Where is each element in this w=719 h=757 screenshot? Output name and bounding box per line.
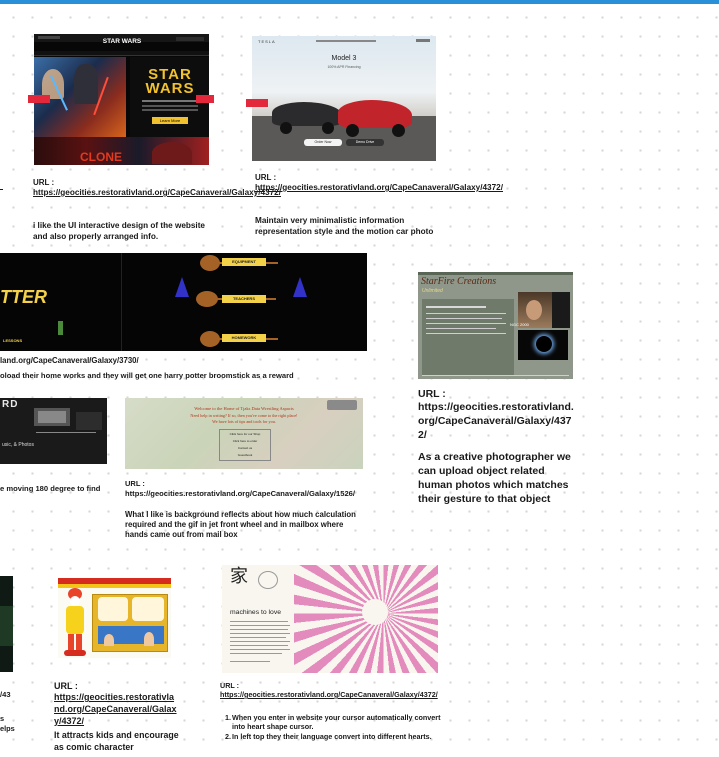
starwars-learn-more-button[interactable]: Learn More [152,117,188,124]
tesla-model-title: Model 3 [331,55,357,62]
starwars-url-label: URL : [33,178,55,187]
machines-kanji: 家 [230,566,248,587]
left-edge-underline [0,189,3,190]
harrypotter-title: TTER [0,287,47,307]
starwars-comment: i like the UI interactive design of the … [33,221,205,241]
harrypotter-comment: oload their home works and they will get… [0,371,294,380]
tesla-order-button[interactable]: Order Now [304,139,342,146]
machines-point-1: When you enter in website your cursor au… [232,713,441,732]
starwars-next-arrow[interactable] [196,95,214,103]
machines-url-link[interactable]: https://geocities.restorativland.org/Cap… [220,690,450,699]
tesla-comment: Maintain very minimalistic information r… [255,216,434,236]
leftedge-url[interactable]: /43 [0,690,11,700]
darkrd-footer: usic, & Photos [2,442,34,448]
starfire-subtitle: Unlimited [422,288,443,294]
starwars-url-link[interactable]: https://geocities.restorativland.org/Cap… [33,188,281,198]
mcdonald-screenshot[interactable] [58,578,171,658]
heart-icon [258,571,278,589]
wizard-hat-icon [293,277,307,297]
darkrd-comment: e moving 180 degree to find [0,484,101,493]
wizard-hat-icon [175,277,189,297]
tesla-brand: TESLA [258,39,276,44]
harrypotter-teachers-button[interactable]: TEACHERS [222,295,266,303]
mailbox-comment: What I like is background reflects about… [125,510,356,539]
harrypotter-lessons: LESSONS [3,338,23,343]
mailbox-heading: Welcome to the Home of Tjaks Data Wrestl… [194,406,294,411]
mailbox-line1: Need help in writing? If so, then you've… [190,413,298,418]
ronald-clown [62,588,88,658]
leftedge-line2: elps [0,724,15,733]
mailbox-line2: We have lots of tips and tools for you. [212,419,276,424]
machines-title: machines to love [230,609,282,616]
eclipse-icon [536,336,552,352]
tesla-subtitle: 100% APR Financing [327,65,361,69]
top-accent-bar [0,0,719,4]
list-number: 1. [225,713,231,722]
starwars-prev-arrow[interactable] [28,95,50,103]
starwars-clone-title: CLONE [80,150,122,164]
tesla-prev-arrow[interactable] [246,99,268,107]
starfire-screenshot[interactable]: StarFire Creations Unlimited NGC 2000 [418,272,573,379]
mcdonald-comment: It attracts kids and encourage as comic … [54,730,179,752]
leftedge-line1: s [0,714,5,723]
darkrd-screenshot[interactable]: RD usic, & Photos [0,398,107,464]
tesla-url-label: URL : [255,173,277,182]
tesla-screenshot[interactable]: TESLA Model 3 100% APR Financing Order N… [252,36,436,161]
tesla-url-link[interactable]: https://geocities.restorativland.org/Cap… [255,183,503,193]
mailbox-url-link[interactable]: https://geocities.restorativland.org/Cap… [125,489,365,499]
machines-point-2: In left top they their language convert … [232,732,432,742]
machines-points-list: 1. When you enter in website your cursor… [225,713,447,742]
list-number: 2. [225,732,231,742]
machines-url-label: URL : [220,681,240,690]
darkrd-title: RD [2,399,19,410]
starfire-title: StarFire Creations [421,276,497,287]
leftedge-screenshot[interactable] [0,576,13,672]
tesla-demo-button[interactable]: Demo Drive [346,139,384,146]
starwars-screenshot[interactable]: STAR WARS STAR WARS Learn More CLONE [34,34,209,165]
mailbox-gif [327,400,357,410]
harrypotter-equipment-button[interactable]: EQUIPMENT [222,258,266,266]
starfire-url-link[interactable]: https://geocities.restorativland.org/Cap… [418,401,576,443]
starwars-poster-title: STAR WARS [145,66,195,97]
starfire-caption: NGC 2000 [510,322,529,327]
starfire-url-label: URL : [418,388,446,400]
mcdonald-url-link[interactable]: https://geocities.restorativland.org/Cap… [54,692,179,728]
mailbox-screenshot[interactable]: Welcome to the Home of Tjaks Data Wrestl… [125,398,363,469]
machines-screenshot[interactable]: 家 machines to love [222,565,438,673]
starfire-comment: As a creative photographer we can upload… [418,451,571,505]
harrypotter-homework-button[interactable]: HOMEWORK [222,334,266,342]
mailbox-url-label: URL : [125,479,145,488]
harrypotter-screenshot[interactable]: TTER LESSONS EQUIPMENT TEACHERS HOMEWORK [0,253,367,351]
harrypotter-url[interactable]: land.org/CapeCanaveral/Galaxy/3730/ [0,356,200,366]
starwars-logo: STAR WARS [102,38,142,45]
